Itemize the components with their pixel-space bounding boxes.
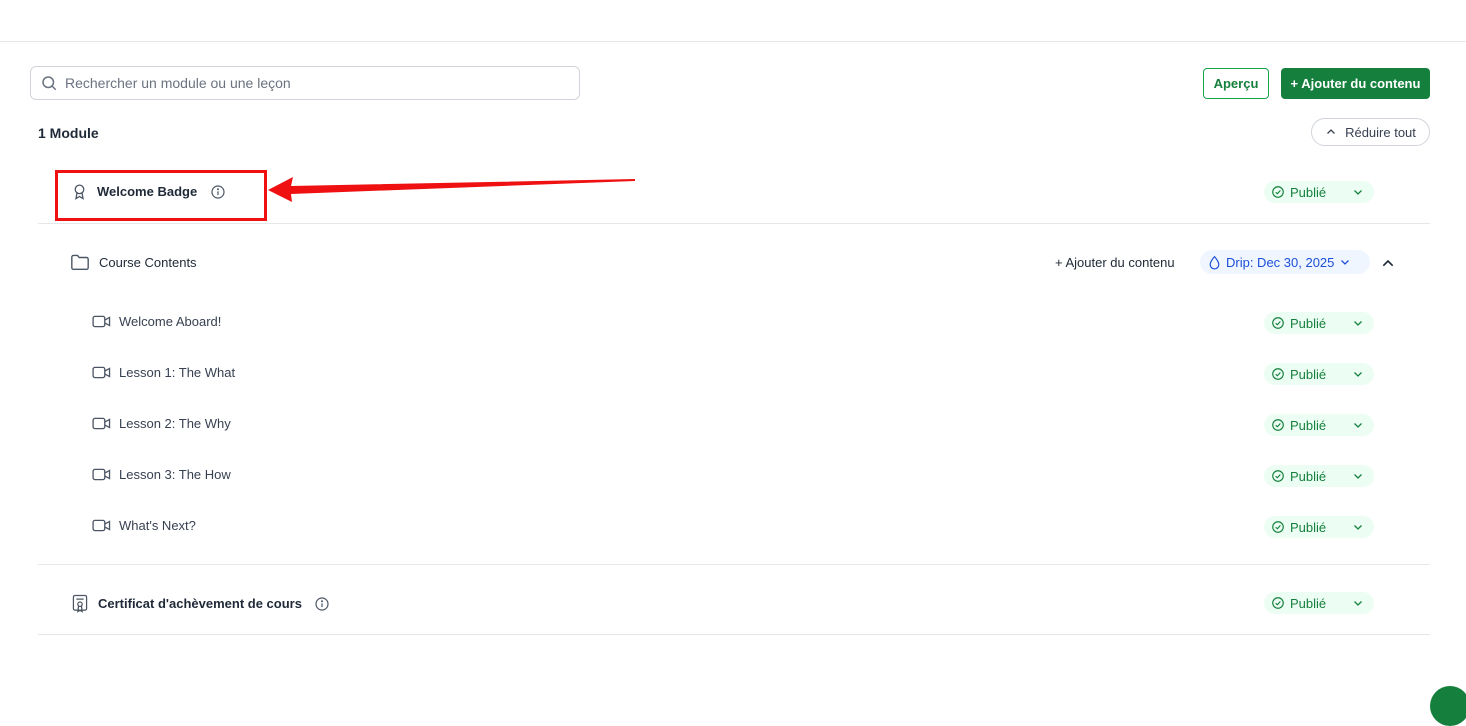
check-circle-icon (1272, 470, 1284, 482)
lesson-title: Lesson 2: The Why (119, 416, 231, 431)
check-circle-icon (1272, 597, 1284, 609)
chevron-down-icon[interactable] (1352, 597, 1364, 609)
collapse-all-label: Réduire tout (1345, 124, 1416, 140)
status-badge[interactable]: Publié (1264, 592, 1374, 614)
check-circle-icon (1272, 317, 1284, 329)
status-badge[interactable]: Publié (1264, 516, 1374, 538)
lesson-title: What's Next? (119, 518, 196, 533)
check-circle-icon (1272, 368, 1284, 380)
video-icon (92, 416, 111, 431)
status-badge[interactable]: Publié (1264, 312, 1374, 334)
search-box[interactable] (30, 66, 580, 100)
module-title: Course Contents (99, 254, 197, 270)
module-count: 1 Module (38, 125, 99, 141)
status-label: Publié (1290, 184, 1327, 200)
chevron-down-icon[interactable] (1352, 368, 1364, 380)
drip-label: Drip: Dec 30, 2025 (1226, 254, 1335, 270)
lesson-title: Lesson 1: The What (119, 365, 236, 380)
status-badge[interactable]: Publié (1264, 465, 1374, 487)
top-bar (0, 0, 1466, 42)
chevron-down-icon[interactable] (1352, 521, 1364, 533)
check-circle-icon (1272, 419, 1284, 431)
chevron-down-icon[interactable] (1352, 470, 1364, 482)
folder-icon (70, 253, 90, 271)
chevron-down-icon (1341, 260, 1350, 265)
status-label: Publié (1290, 519, 1327, 535)
divider (38, 223, 1430, 224)
search-input[interactable] (63, 74, 579, 92)
status-label: Publié (1290, 315, 1327, 331)
divider (38, 564, 1430, 565)
annotation-arrow-icon (268, 177, 635, 202)
certificate-icon (71, 594, 89, 613)
floating-help-button[interactable] (1430, 686, 1466, 726)
status-badge[interactable]: Publié (1264, 414, 1374, 436)
video-icon (92, 314, 111, 329)
status-label: Publié (1290, 595, 1327, 611)
status-badge[interactable]: Publié (1264, 363, 1374, 385)
check-circle-icon (1272, 521, 1284, 533)
lesson-row[interactable]: Welcome Aboard! (38, 314, 1430, 329)
status-label: Publié (1290, 417, 1327, 433)
lesson-row[interactable]: What's Next? (38, 518, 1430, 533)
chevron-down-icon[interactable] (1352, 186, 1364, 198)
certificate-row[interactable]: Certificat d'achèvement de cours (38, 594, 1430, 613)
video-icon (92, 365, 111, 380)
divider (38, 634, 1430, 635)
lesson-row[interactable]: Lesson 1: The What (38, 365, 1430, 380)
add-content-button[interactable]: + Ajouter du contenu (1281, 68, 1430, 99)
module-add-content-link[interactable]: + Ajouter du contenu (1055, 255, 1175, 270)
lesson-title: Welcome Aboard! (119, 314, 222, 329)
check-circle-icon (1272, 186, 1284, 198)
chevron-down-icon[interactable] (1352, 317, 1364, 329)
chevron-down-icon[interactable] (1352, 419, 1364, 431)
video-icon (92, 467, 111, 482)
video-icon (92, 518, 111, 533)
annotation-highlight-box (55, 170, 267, 221)
collapse-all-button[interactable]: Réduire tout (1311, 118, 1430, 146)
status-label: Publié (1290, 468, 1327, 484)
lesson-row[interactable]: Lesson 3: The How (38, 467, 1430, 482)
lesson-title: Lesson 3: The How (119, 467, 231, 482)
chevron-up-icon (1327, 129, 1336, 134)
status-badge[interactable]: Publié (1264, 181, 1374, 203)
drip-schedule-badge[interactable]: Drip: Dec 30, 2025 (1200, 250, 1370, 274)
certificate-title: Certificat d'achèvement de cours (98, 596, 302, 611)
preview-button[interactable]: Aperçu (1203, 68, 1269, 99)
status-label: Publié (1290, 366, 1327, 382)
lesson-row[interactable]: Lesson 2: The Why (38, 416, 1430, 431)
info-icon[interactable] (314, 596, 330, 612)
drop-icon (1209, 255, 1220, 270)
collapse-module-icon[interactable] (1380, 255, 1396, 271)
search-icon (42, 76, 57, 91)
